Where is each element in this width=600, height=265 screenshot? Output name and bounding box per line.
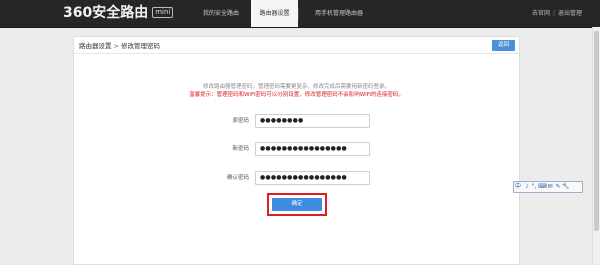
breadcrumb: 路由器设置 > 修改管理密码 — [79, 41, 160, 51]
confirm-highlight: 确定 — [267, 193, 327, 216]
notice: 修改路由器管理密码，管理密码需要更复杂，修改完成后需要用新密码登录。 温馨提示：… — [74, 83, 519, 99]
tab-mobile-management[interactable]: 用手机管理路由器 — [299, 0, 379, 27]
ime-toolbar: 中 ☽ °, ⌨✉ ✎ 🔧 — [513, 181, 583, 193]
warning-text: 温馨提示：管理密码和WiFi密码可以分别设置，修改管理密码不会影响WiFi的连接… — [189, 92, 404, 98]
back-button[interactable]: 返回 — [492, 40, 515, 51]
panel-header: 路由器设置 > 修改管理密码 返回 — [74, 37, 519, 56]
tab-my-router[interactable]: 我的安全路由 — [191, 0, 251, 27]
new-password-row: 新密码 ●●●●●●●●●●●●●●●● — [74, 142, 519, 156]
logout-link[interactable]: 退出管理 — [558, 10, 582, 17]
breadcrumb-current: 修改管理密码 — [120, 42, 160, 50]
notice-text: 修改路由器管理密码，管理密码需要更复杂，修改完成后需要用新密码登录。 — [202, 84, 390, 90]
ime-language-icon[interactable]: 中 — [514, 182, 522, 192]
brand-badge: mini — [152, 7, 174, 18]
top-bar: 360安全路由 mini 我的安全路由 路由器设置 用手机管理路由器 去官网 | 退出… — [0, 0, 600, 28]
account-link[interactable]: 去官网 — [532, 10, 550, 17]
old-password-row: 原密码 ●●●●●●●● — [74, 114, 519, 128]
scrollbar[interactable] — [592, 27, 600, 263]
ime-mail-icon[interactable]: ✉ — [546, 182, 554, 192]
ime-moon-icon[interactable]: ☽ — [522, 182, 530, 192]
tab-router-settings[interactable]: 路由器设置 — [251, 0, 298, 27]
new-password-field[interactable]: ●●●●●●●●●●●●●●●● — [255, 142, 370, 156]
header-divider — [74, 53, 519, 54]
brand-logo[interactable]: 360安全路由 mini — [63, 3, 174, 23]
confirm-password-row: 确认密码 ●●●●●●●●●●●●●●●● — [74, 171, 519, 185]
breadcrumb-separator: > — [113, 42, 119, 50]
old-password-field[interactable]: ●●●●●●●● — [255, 114, 370, 128]
scrollbar-thumb[interactable] — [594, 31, 599, 231]
old-password-value: ●●●●●●●● — [260, 117, 304, 124]
ime-pen-icon[interactable]: ✎ — [554, 182, 562, 192]
confirm-password-value: ●●●●●●●●●●●●●●●● — [260, 174, 347, 181]
new-password-value: ●●●●●●●●●●●●●●●● — [260, 145, 347, 152]
settings-panel: 路由器设置 > 修改管理密码 返回 修改路由器管理密码，管理密码需要更复杂，修改完成… — [73, 36, 520, 265]
user-divider: | — [552, 10, 555, 17]
old-password-label: 原密码 — [232, 118, 249, 124]
ime-punctuation-icon[interactable]: °, — [530, 182, 538, 192]
ime-keyboard-icon[interactable]: ⌨ — [538, 182, 547, 192]
confirm-password-field[interactable]: ●●●●●●●●●●●●●●●● — [255, 171, 370, 185]
user-area: 去官网 | 退出管理 — [532, 0, 582, 27]
ime-wrench-icon[interactable]: 🔧 — [562, 182, 570, 192]
brand-name: 360安全路由 — [63, 5, 149, 21]
confirm-button[interactable]: 确定 — [272, 198, 322, 211]
breadcrumb-root[interactable]: 路由器设置 — [79, 42, 112, 50]
confirm-password-label: 确认密码 — [226, 175, 249, 181]
new-password-label: 新密码 — [232, 146, 249, 152]
